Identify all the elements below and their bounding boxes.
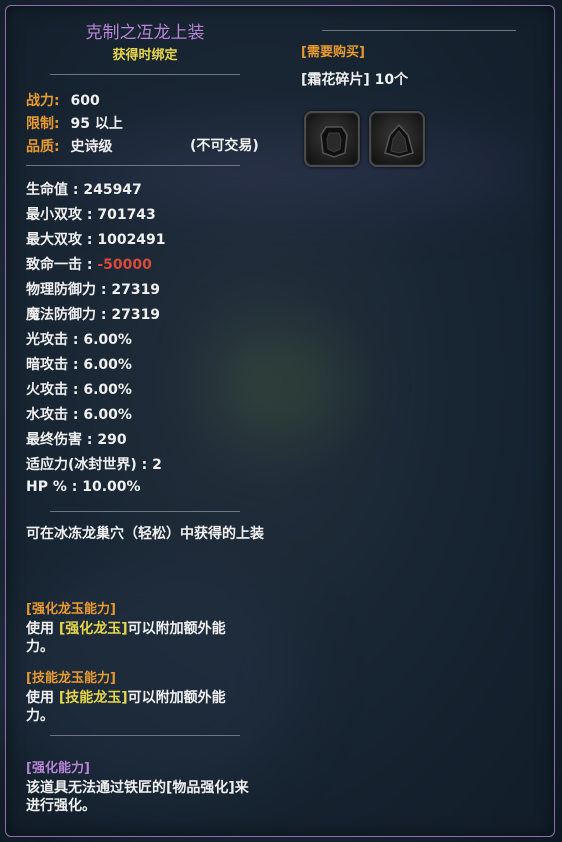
stat-line: 适应力(冰封世界) : 2	[26, 457, 162, 473]
combat-power-row: 战力: 600	[26, 90, 100, 110]
skill-jade-section-text: 使用 [技能龙玉]可以附加额外能力。	[26, 689, 246, 725]
stat-line: 火攻击 : 6.00%	[26, 382, 132, 398]
item-description: 可在冰冻龙巢穴（轻松）中获得的上装	[26, 526, 264, 542]
stat-line: 最小双攻 : 701743	[26, 207, 156, 223]
dragon-jade-link: [强化龙玉]	[58, 621, 128, 637]
skill-jade-section-title: [技能龙玉能力]	[26, 671, 116, 686]
combat-power-value: 600	[70, 93, 100, 109]
stat-line: 物理防御力 : 27319	[26, 282, 161, 298]
binding-text: 获得时绑定	[112, 48, 178, 63]
enhance-section-title: [强化能力]	[26, 761, 90, 776]
crit-label: 致命一击 :	[26, 257, 98, 273]
level-requirement-row: 限制: 95 以上	[26, 113, 123, 133]
level-label: 限制:	[26, 116, 60, 132]
dragon-jade-section-title: [强化龙玉能力]	[26, 602, 116, 617]
divider	[322, 30, 516, 31]
skill-jade-link: [技能龙玉]	[58, 690, 128, 706]
item-slot[interactable]	[304, 111, 360, 167]
divider	[50, 735, 240, 736]
quality-label: 品质:	[26, 139, 60, 155]
text-fragment: 使用	[26, 690, 59, 706]
stat-line: 最大双攻 : 1002491	[26, 232, 166, 248]
stat-line: 水攻击 : 6.00%	[26, 407, 132, 423]
text-fragment: 使用	[26, 621, 59, 637]
quality-value: 史诗级	[70, 139, 113, 155]
divider	[50, 74, 240, 75]
stat-line: 最终伤害 : 290	[26, 432, 127, 448]
stat-line: 暗攻击 : 6.00%	[26, 357, 132, 373]
purchase-requirement-item: [霜花碎片] 10个	[301, 72, 409, 88]
divider	[26, 165, 240, 166]
stat-line: HP % : 10.00%	[26, 479, 141, 495]
stat-line: 生命值 : 245947	[26, 182, 142, 198]
quality-row: 品质: 史诗级	[26, 136, 112, 156]
armor-cloak-icon	[384, 123, 414, 158]
tradable-status: (不可交易)	[190, 138, 259, 154]
purchase-requirement-title: [需要购买]	[301, 45, 365, 60]
combat-power-label: 战力:	[26, 93, 60, 109]
level-value: 95 以上	[70, 116, 123, 132]
dragon-jade-section-text: 使用 [强化龙玉]可以附加额外能力。	[26, 620, 246, 656]
crit-value: -50000	[97, 257, 152, 273]
item-name: 克制之冱龙上装	[85, 23, 205, 43]
enhance-section-text: 该道具无法通过铁匠的[物品强化]来进行强化。	[26, 780, 249, 814]
stat-line: 光攻击 : 6.00%	[26, 332, 132, 348]
item-slot[interactable]	[369, 111, 425, 167]
stat-line: 魔法防御力 : 27319	[26, 307, 161, 323]
armor-chest-icon	[320, 126, 348, 158]
crit-stat-line: 致命一击 : -50000	[26, 254, 152, 274]
divider	[50, 511, 240, 512]
